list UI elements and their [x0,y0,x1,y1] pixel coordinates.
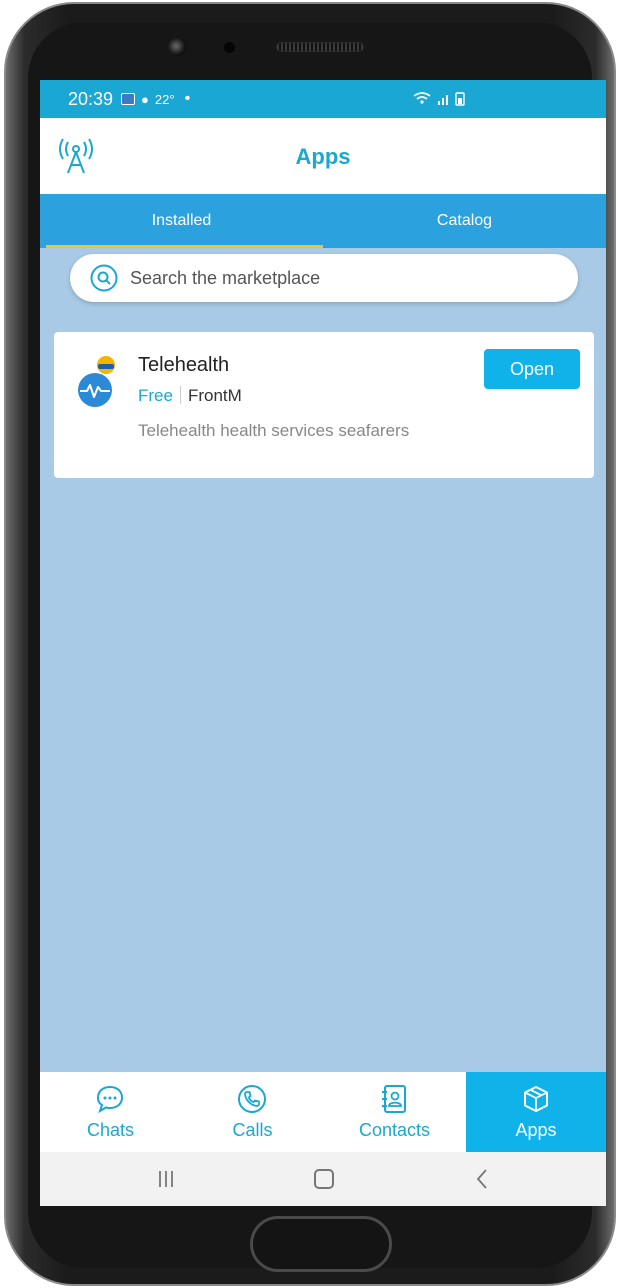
message-notification-icon: ● [141,91,149,107]
app-meta: Free FrontM [138,386,242,406]
bottom-navigation: Chats Calls Contacts Apps [40,1072,606,1152]
package-icon [524,1086,548,1112]
search-icon [90,264,118,292]
open-app-button[interactable]: Open [484,349,580,389]
active-tab-indicator [46,245,323,248]
proximity-sensor [224,42,235,53]
meta-divider [179,386,181,404]
app-description: Telehealth health services seafarers [138,421,410,440]
search-bar[interactable] [70,254,578,302]
back-icon[interactable] [472,1167,492,1191]
nav-label-calls: Calls [232,1120,273,1140]
tab-bar: Installed Catalog [40,194,606,248]
app-name: Telehealth [138,354,230,376]
home-icon[interactable] [314,1169,334,1189]
more-notifications-dot: • [184,90,191,107]
weather-temperature: 22° [154,91,175,107]
page-title: Apps [295,144,351,169]
app-header: Apps [40,118,606,194]
contacts-book-icon [382,1085,406,1113]
connectivity-icons [412,90,482,109]
chat-bubble-icon [96,1085,124,1114]
app-vendor: FrontM [187,386,242,405]
app-screen: 20:39 ● 22° • Apps Installed Catalog Sea… [40,80,606,1206]
tab-installed[interactable]: Installed [40,194,323,248]
phone-icon [238,1085,266,1113]
status-time: 20:39 [68,88,114,109]
system-navigation-bar [40,1152,606,1206]
front-camera [168,38,186,56]
recent-apps-icon[interactable] [156,1170,176,1188]
nav-label-chats: Chats [86,1120,135,1140]
gallery-notification-icon [121,93,136,105]
nav-label-contacts: Contacts [358,1120,431,1140]
tab-catalog[interactable]: Catalog [323,194,606,248]
hardware-home-button[interactable] [250,1216,392,1272]
telehealth-app-icon [78,356,115,407]
app-card[interactable]: Telehealth Free FrontM Telehealth health … [54,332,594,478]
earpiece-speaker [276,42,364,52]
nav-label-apps: Apps [515,1120,557,1140]
search-input[interactable] [130,267,550,289]
wifi-signal-battery-icon [413,92,465,106]
app-price: Free [138,386,173,405]
nav-calls[interactable]: Calls [182,1072,323,1152]
nav-contacts[interactable]: Contacts [324,1072,465,1152]
status-bar: 20:39 ● 22° • [40,80,606,118]
nav-apps[interactable]: Apps [466,1072,606,1152]
nav-chats[interactable]: Chats [40,1072,181,1152]
